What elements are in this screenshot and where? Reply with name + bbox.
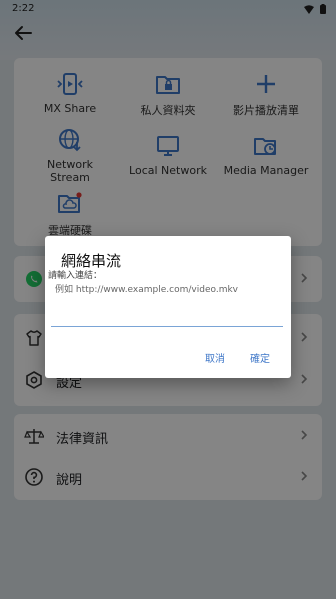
confirm-button[interactable]: 確定 [246, 348, 274, 367]
url-example-hint: 例如 http://www.example.com/video.mkv [55, 285, 238, 295]
url-input[interactable] [51, 296, 283, 327]
cancel-button[interactable]: 取消 [201, 348, 229, 367]
network-stream-dialog: 網絡串流 請輸入連結： 例如 http://www.example.com/vi… [45, 236, 291, 378]
url-input-label: 請輸入連結： [48, 271, 103, 281]
